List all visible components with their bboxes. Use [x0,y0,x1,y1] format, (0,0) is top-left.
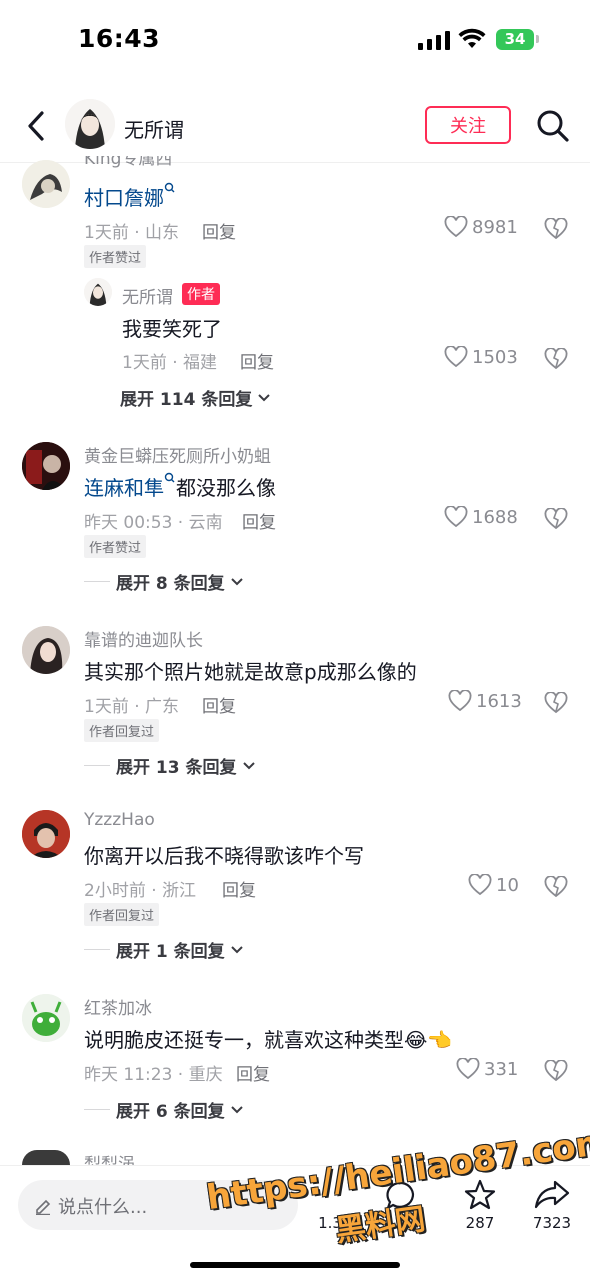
heart-icon [456,1058,480,1080]
author-replied-badge: 作者回复过 [84,719,160,742]
reply-button[interactable]: 回复 [202,218,236,243]
expand-replies-button[interactable]: 展开 13 条回复 [84,753,255,778]
like-button[interactable]: 331 [456,1058,518,1080]
comment-meta: 1天前 · 山东 [84,223,180,243]
commenter-avatar[interactable] [22,994,70,1042]
heart-icon [468,874,492,896]
reply-text: 我要笑死了 [122,317,222,341]
comment-meta: 昨天 00:53 · 云南 [84,513,223,533]
like-count: 1688 [472,506,518,528]
expand-replies-button[interactable]: 展开 1 条回复 [84,937,243,962]
heart-icon [448,690,472,712]
reply-meta: 1天前 · 福建 [122,353,218,373]
comment-text: 说明脆皮还挺专一，就喜欢这种类型😂👈 [84,1028,453,1052]
reply-button[interactable]: 回复 [222,876,256,901]
search-icon[interactable] [536,108,570,144]
like-button[interactable]: 10 [468,874,519,896]
reply-username[interactable]: 无所谓 [122,283,173,308]
author-avatar[interactable] [65,99,115,149]
like-count: 331 [484,1058,519,1080]
search-mini-icon [164,182,175,193]
dislike-icon[interactable] [544,876,568,898]
mention-link[interactable]: 村口詹娜 [84,186,164,210]
like-count: 10 [496,874,519,896]
author-liked-badge: 作者赞过 [84,245,147,268]
reply-button[interactable]: 回复 [236,1060,270,1085]
back-arrow-icon[interactable] [22,108,52,144]
watermark-site-name: 黑料网 [333,1201,428,1250]
expand-divider [84,765,110,766]
like-count: 1503 [472,346,518,368]
search-mini-icon [164,472,175,483]
chevron-down-icon [242,761,255,769]
reply-button[interactable]: 回复 [240,348,274,373]
expand-replies-button[interactable]: 展开 114 条回复 [120,385,271,410]
star-icon[interactable] [463,1178,497,1212]
comment-meta: 2小时前 · 浙江 [84,881,197,901]
commenter-avatar[interactable] [22,626,70,674]
reply-avatar[interactable] [84,278,112,306]
battery-tip [536,35,539,43]
wifi-icon [458,28,486,48]
comment-meta: 昨天 11:23 · 重庆 [84,1065,223,1085]
heart-icon [444,506,468,528]
author-name[interactable]: 无所谓 [124,114,184,143]
comment-text: 连麻和隼 都没那么像 [84,472,276,501]
comment-text: 其实那个照片她就是故意p成那么像的 [84,660,417,684]
commenter-username[interactable]: 靠谱的迪迦队长 [84,626,203,651]
heart-icon [444,216,468,238]
follow-button[interactable]: 关注 [425,106,511,144]
commenter-username[interactable]: King专属西 [84,156,172,170]
commenter-avatar[interactable] [22,810,70,858]
expand-replies-button[interactable]: 展开 6 条回复 [84,1097,243,1122]
dislike-icon[interactable] [544,692,568,714]
author-tag: 作者 [182,283,220,305]
home-indicator [190,1262,400,1268]
chevron-down-icon [230,945,243,953]
comment-meta: 1天前 · 广东 [84,697,180,717]
pencil-icon [36,1199,51,1215]
author-liked-badge: 作者赞过 [84,535,147,558]
commenter-username[interactable]: YzzzHao [84,810,155,830]
commenter-avatar[interactable] [22,1150,70,1165]
mention-link[interactable]: 连麻和隼 [84,476,164,500]
expand-divider [84,949,110,950]
commenter-username[interactable]: 红茶加冰 [84,994,152,1019]
like-count: 1613 [476,690,522,712]
like-button[interactable]: 1688 [444,506,518,528]
dislike-icon[interactable] [544,218,568,240]
share-count: 7323 [532,1214,572,1232]
comment-text: 村口詹娜 [84,182,176,211]
dislike-icon[interactable] [544,348,568,370]
chevron-down-icon [230,577,243,585]
dislike-icon[interactable] [544,1060,568,1082]
battery-icon: 34 [496,29,534,50]
like-count: 8981 [472,216,518,238]
author-replied-badge: 作者回复过 [84,903,160,926]
like-button[interactable]: 1503 [444,346,518,368]
favorite-count: 287 [465,1214,495,1232]
share-icon[interactable] [533,1178,571,1212]
expand-divider [84,1109,110,1110]
comment-placeholder[interactable]: 说点什么... [58,1193,147,1219]
heart-icon [444,346,468,368]
comment-text: 你离开以后我不晓得歌该咋个写 [84,844,364,868]
commenter-username[interactable]: 梨梨涡 [84,1150,135,1165]
expand-replies-button[interactable]: 展开 8 条回复 [84,569,243,594]
emoji: 😂👈 [404,1028,453,1052]
reply-button[interactable]: 回复 [202,692,236,717]
like-button[interactable]: 8981 [444,216,518,238]
commenter-avatar[interactable] [22,160,70,208]
commenter-avatar[interactable] [22,442,70,490]
status-time: 16:43 [78,24,161,53]
expand-divider [84,581,110,582]
chevron-down-icon [258,393,271,401]
like-button[interactable]: 1613 [448,690,522,712]
dislike-icon[interactable] [544,508,568,530]
commenter-username[interactable]: 黄金巨蟒压死厕所小奶蛆 [84,442,271,467]
cellular-signal-icon [418,30,450,50]
reply-button[interactable]: 回复 [242,508,276,533]
chevron-down-icon [230,1105,243,1113]
